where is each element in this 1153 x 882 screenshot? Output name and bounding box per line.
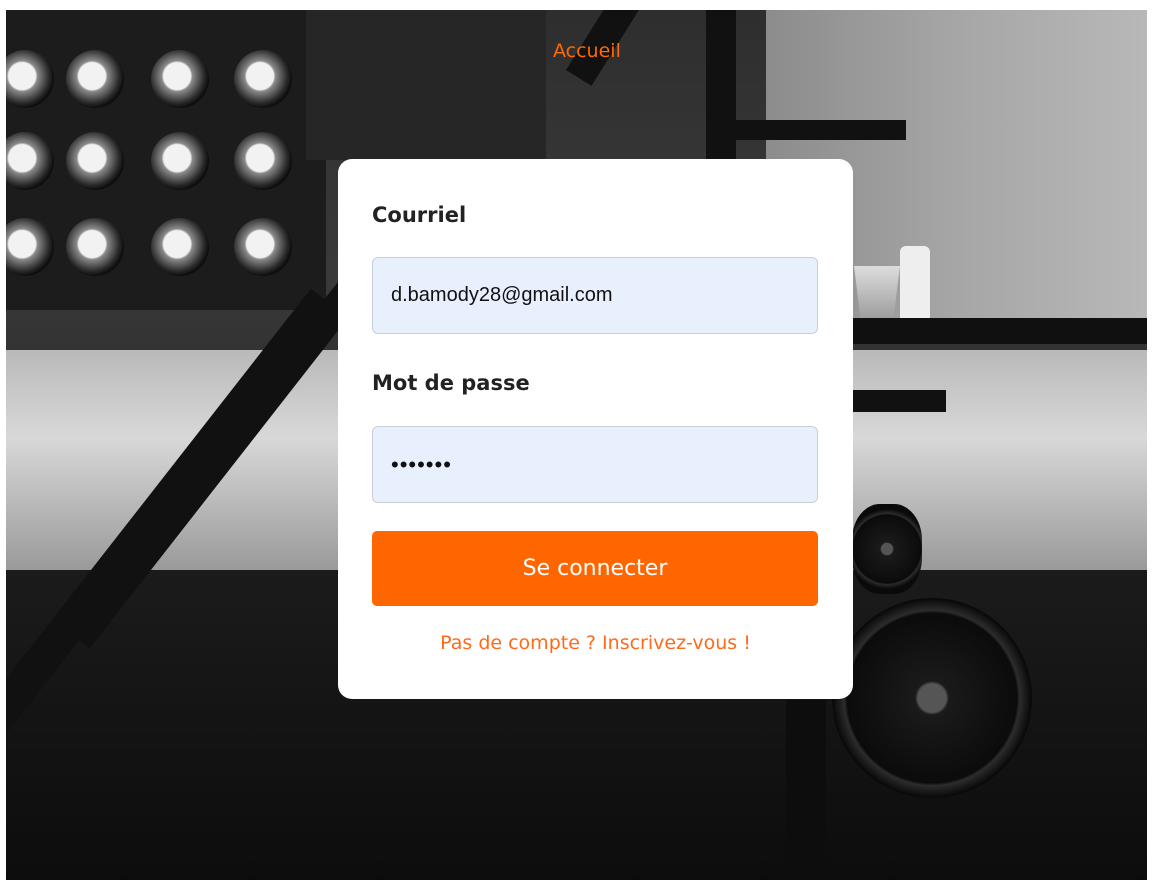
bottle [900,246,930,326]
email-field[interactable] [372,257,818,334]
rack-post [786,700,826,880]
nav-home-link[interactable]: Accueil [553,40,621,62]
rack-bar [846,390,946,412]
signup-link[interactable]: Pas de compte ? Inscrivez-vous ! [338,632,853,654]
rack-bar [726,120,906,140]
password-label: Mot de passe [372,371,530,395]
login-button[interactable]: Se connecter [372,531,818,606]
chalkboard [306,10,546,160]
pot [854,266,900,322]
shelf [852,318,1147,344]
weight-plate [852,504,922,594]
electric-meters-panel [6,10,326,310]
rack-post [706,10,736,170]
login-card: Courriel Mot de passe Se connecter Pas d… [338,159,853,699]
email-label: Courriel [372,203,467,227]
weight-plate [832,598,1032,798]
password-field[interactable] [372,426,818,503]
